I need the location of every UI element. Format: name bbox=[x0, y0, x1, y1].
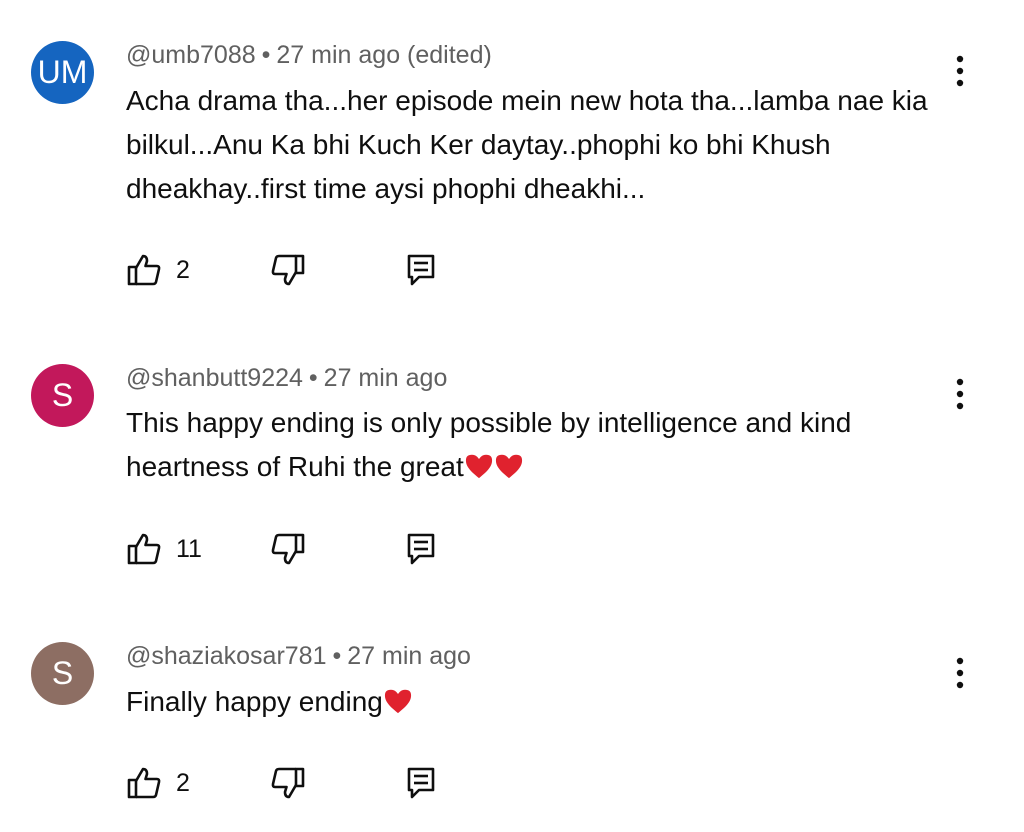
more-options-button[interactable] bbox=[945, 51, 975, 91]
comment-text-content: Acha drama tha...her episode mein new ho… bbox=[126, 85, 928, 204]
heart-emoji bbox=[383, 686, 413, 717]
thumbs-down-icon bbox=[271, 533, 305, 565]
more-vertical-icon bbox=[956, 55, 964, 87]
author-name[interactable]: @umb7088 bbox=[126, 41, 256, 69]
more-options-button[interactable] bbox=[945, 653, 975, 693]
like-button[interactable]: 11 bbox=[126, 529, 202, 569]
comment-time: 27 min ago (edited) bbox=[276, 41, 492, 69]
more-vertical-icon bbox=[956, 378, 964, 410]
comment-time: 27 min ago bbox=[323, 364, 448, 392]
more-vertical-icon bbox=[956, 657, 964, 689]
separator-dot: • bbox=[308, 364, 318, 392]
comment-text: Finally happy ending bbox=[126, 680, 941, 724]
comment-header: @shanbutt9224 • 27 min ago bbox=[126, 364, 447, 393]
thumbs-up-icon bbox=[127, 533, 161, 565]
comment-text: Acha drama tha...her episode mein new ho… bbox=[126, 79, 941, 211]
comment-actions: 2 bbox=[126, 763, 466, 803]
reply-button[interactable] bbox=[406, 529, 436, 569]
more-options-button[interactable] bbox=[945, 374, 975, 414]
comment-time: 27 min ago bbox=[347, 642, 471, 670]
comment-text-content: Finally happy ending bbox=[126, 686, 383, 717]
comment-header: @shaziakosar781 • 27 min ago bbox=[126, 642, 471, 671]
avatar[interactable]: UM bbox=[31, 41, 94, 104]
thumbs-down-icon bbox=[271, 254, 305, 286]
like-count: 2 bbox=[176, 768, 190, 797]
author-name[interactable]: @shanbutt9224 bbox=[126, 364, 303, 392]
dislike-button[interactable] bbox=[270, 529, 306, 569]
reply-icon bbox=[407, 254, 435, 286]
heart-emoji bbox=[464, 451, 494, 482]
reply-icon bbox=[407, 767, 435, 799]
like-button[interactable]: 2 bbox=[126, 763, 190, 803]
avatar[interactable]: S bbox=[31, 364, 94, 427]
dislike-button[interactable] bbox=[270, 763, 306, 803]
like-count: 11 bbox=[176, 534, 202, 563]
comment-actions: 11 bbox=[126, 529, 466, 569]
like-count: 2 bbox=[176, 255, 190, 284]
reply-button[interactable] bbox=[406, 250, 436, 290]
thumbs-up-icon bbox=[127, 767, 161, 799]
heart-emoji bbox=[494, 451, 524, 482]
like-button[interactable]: 2 bbox=[126, 250, 190, 290]
avatar[interactable]: S bbox=[31, 642, 94, 705]
separator-dot: • bbox=[261, 41, 271, 69]
reply-button[interactable] bbox=[406, 763, 436, 803]
author-name[interactable]: @shaziakosar781 bbox=[126, 642, 327, 670]
thumbs-down-icon bbox=[271, 767, 305, 799]
reply-icon bbox=[407, 533, 435, 565]
comment-text: This happy ending is only possible by in… bbox=[126, 401, 941, 489]
comment-header: @umb7088 • 27 min ago (edited) bbox=[126, 41, 492, 70]
separator-dot: • bbox=[332, 642, 342, 670]
thumbs-up-icon bbox=[127, 254, 161, 286]
comment-actions: 2 bbox=[126, 250, 466, 290]
dislike-button[interactable] bbox=[270, 250, 306, 290]
